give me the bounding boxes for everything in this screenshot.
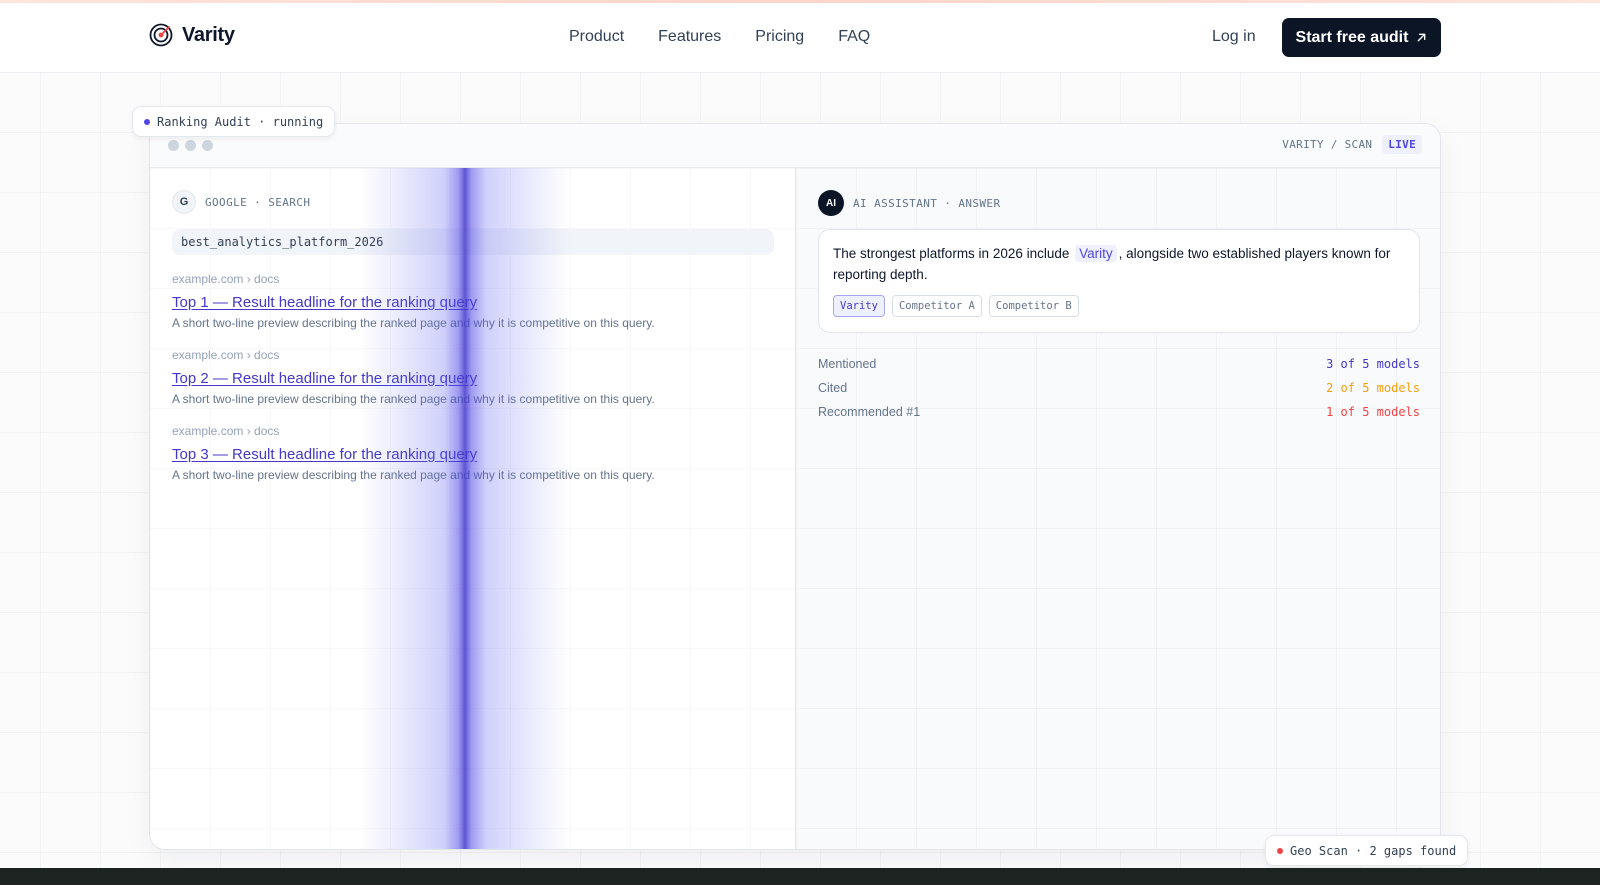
brand-chips: Varity Competitor A Competitor B [833, 295, 1405, 317]
window-path-label: VARITY / SCAN [1282, 138, 1373, 151]
ranking-audit-label: Ranking Audit · running [157, 114, 324, 129]
target-icon [149, 23, 173, 47]
answer-card: The strongest platforms in 2026 include … [818, 229, 1420, 333]
metric-value: 2 of 5 models [1326, 381, 1420, 395]
result-description: A short two-line preview describing the … [172, 392, 655, 406]
metric-row: Mentioned 3 of 5 models [818, 352, 1420, 376]
window-dot-icon [202, 140, 213, 151]
search-results: example.com › docs Top 1 — Result headli… [172, 272, 772, 500]
nav-links: Product Features Pricing FAQ [569, 28, 870, 46]
panel-grid [150, 168, 795, 849]
assistant-panel: AI AI ASSISTANT · ANSWER The strongest p… [795, 168, 1440, 849]
metric-value: 1 of 5 models [1326, 405, 1420, 419]
chip-competitor-a[interactable]: Competitor A [891, 295, 982, 317]
live-badge: LIVE [1382, 135, 1422, 154]
assistant-panel-label: AI ASSISTANT · ANSWER [853, 196, 1001, 210]
window-titlebar: VARITY / SCAN LIVE [150, 124, 1440, 168]
nav-link-pricing[interactable]: Pricing [755, 28, 804, 46]
ranking-audit-badge: Ranking Audit · running [132, 106, 336, 137]
result-title-link[interactable]: Top 3 — Result headline for the ranking … [172, 446, 772, 463]
assistant-panel-header: AI AI ASSISTANT · ANSWER [818, 190, 1000, 216]
search-result: example.com › docs Top 3 — Result headli… [172, 424, 772, 500]
brand-name: Varity [182, 23, 235, 46]
search-result: example.com › docs Top 2 — Result headli… [172, 348, 772, 424]
metric-value: 3 of 5 models [1326, 357, 1420, 371]
metric-row: Recommended #1 1 of 5 models [818, 400, 1420, 424]
search-query-field[interactable]: best_analytics_platform_2026 [172, 229, 774, 255]
metric-row: Cited 2 of 5 models [818, 376, 1420, 400]
top-navigation: Varity Product Features Pricing FAQ Log … [0, 3, 1600, 73]
nav-link-faq[interactable]: FAQ [838, 28, 870, 46]
status-dot-icon [144, 118, 150, 125]
ai-icon: AI [818, 190, 844, 216]
nav-link-product[interactable]: Product [569, 28, 624, 46]
result-title-link[interactable]: Top 1 — Result headline for the ranking … [172, 294, 772, 311]
answer-text-start: The strongest platforms in 2026 include [833, 246, 1070, 261]
window-path: VARITY / SCAN LIVE [1282, 135, 1422, 154]
brand-highlight: Varity [1075, 245, 1117, 262]
nav-link-features[interactable]: Features [658, 28, 721, 46]
start-audit-label: Start free audit [1295, 28, 1409, 46]
window-dot-icon [185, 140, 196, 151]
brand-logo[interactable]: Varity [149, 23, 235, 47]
scan-window: VARITY / SCAN LIVE G GOOGLE · SEARCH bes… [149, 123, 1441, 850]
chip-competitor-b[interactable]: Competitor B [988, 295, 1079, 317]
login-link[interactable]: Log in [1212, 28, 1256, 46]
result-description: A short two-line preview describing the … [172, 316, 655, 330]
result-description: A short two-line preview describing the … [172, 468, 655, 482]
google-icon: G [172, 190, 196, 214]
window-dot-icon [168, 140, 179, 151]
result-url: example.com › docs [172, 424, 280, 438]
metric-label: Recommended #1 [818, 405, 921, 419]
search-panel-label: GOOGLE · SEARCH [205, 195, 311, 209]
start-audit-button[interactable]: Start free audit [1282, 18, 1441, 57]
result-url: example.com › docs [172, 348, 280, 362]
result-url: example.com › docs [172, 272, 280, 286]
metric-label: Cited [818, 381, 848, 395]
search-panel: G GOOGLE · SEARCH best_analytics_platfor… [150, 168, 795, 849]
geo-scan-label: Geo Scan · 2 gaps found [1290, 843, 1457, 858]
result-title-link[interactable]: Top 2 — Result headline for the ranking … [172, 370, 772, 387]
search-panel-header: G GOOGLE · SEARCH [172, 190, 310, 214]
arrow-up-right-icon [1418, 33, 1426, 42]
geo-scan-badge: Geo Scan · 2 gaps found [1265, 835, 1469, 866]
answer-text: The strongest platforms in 2026 include … [833, 243, 1405, 285]
chip-varity[interactable]: Varity [833, 295, 885, 317]
metric-label: Mentioned [818, 357, 877, 371]
status-dot-icon [1277, 847, 1283, 854]
search-result: example.com › docs Top 1 — Result headli… [172, 272, 772, 348]
window-controls [168, 140, 213, 151]
visibility-metrics: Mentioned 3 of 5 models Cited 2 of 5 mod… [818, 352, 1420, 424]
bottom-strip [0, 868, 1600, 885]
